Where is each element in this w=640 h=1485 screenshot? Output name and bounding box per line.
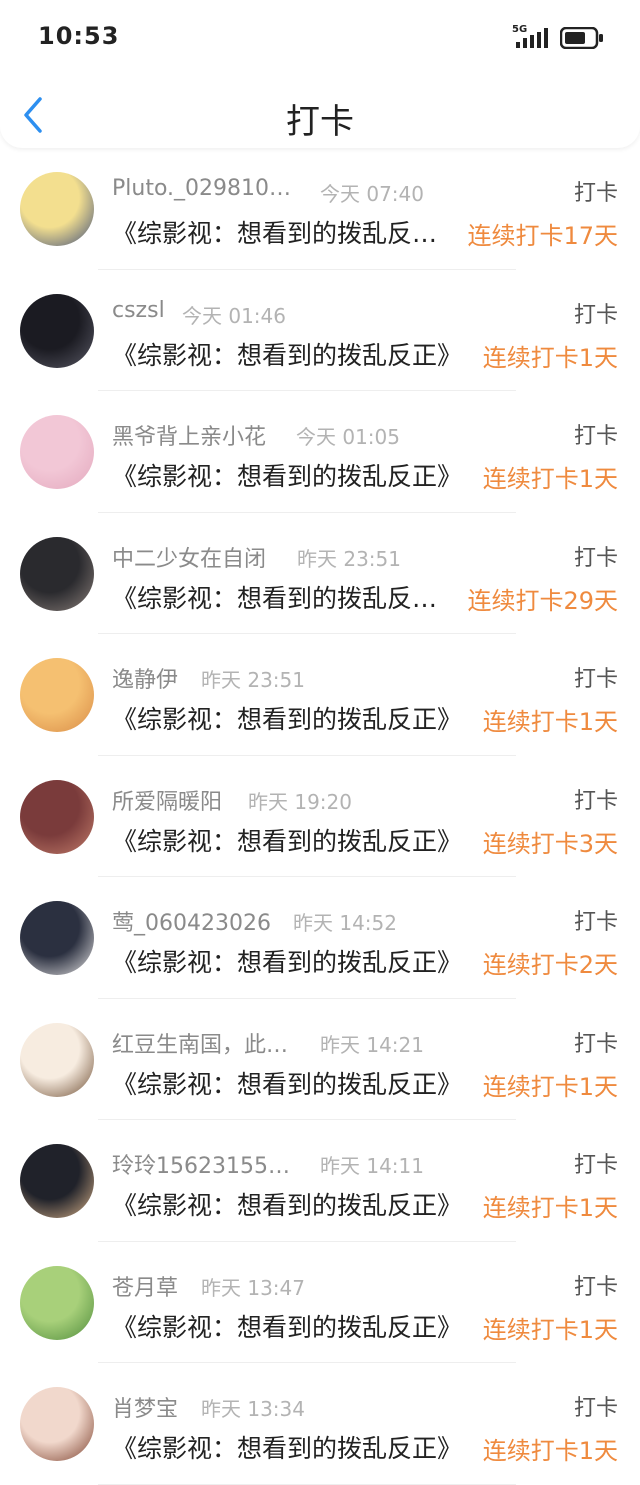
- list-item[interactable]: Pluto._029810… 今天 07:40 打卡《综影视：想看到的拨乱反… 连续打…: [0, 148, 640, 270]
- checkin-tag: 打卡: [573, 302, 618, 328]
- list-item[interactable]: 玲玲15623155… 昨天 14:11 打卡《综影视：想看到的拨乱反正》 连续打卡1…: [0, 1120, 640, 1242]
- checkin-time: 昨天 14:11: [320, 1154, 424, 1178]
- checkin-tag: 打卡: [573, 1031, 618, 1057]
- list-item[interactable]: 黑爷背上亲小花 今天 01:05 打卡《综影视：想看到的拨乱反正》 连续打卡1天: [0, 391, 640, 513]
- avatar[interactable]: [20, 415, 94, 489]
- book-title: 《综影视：想看到的拨乱反正》: [112, 340, 463, 370]
- avatar[interactable]: [20, 293, 94, 368]
- streak-label: 连续打卡1天: [482, 343, 618, 372]
- avatar[interactable]: [20, 1265, 94, 1340]
- streak-label: 连续打卡1天: [482, 1437, 618, 1465]
- user-name: Pluto._029810…: [112, 176, 291, 201]
- signal-icon: [516, 28, 548, 48]
- checkin-time: 昨天 23:51: [201, 668, 305, 692]
- book-title: 《综影视：想看到的拨乱反正》: [112, 1434, 463, 1463]
- book-title: 《综影视：想看到的拨乱反正》: [112, 705, 463, 734]
- streak-label: 连续打卡1天: [482, 1315, 618, 1344]
- avatar[interactable]: [20, 536, 94, 611]
- user-name: 红豆生南国，此…: [112, 1032, 289, 1058]
- status-time: 10:53: [38, 22, 120, 50]
- user-name: 逸静伊: [112, 668, 179, 693]
- user-name: 苍月草: [112, 1275, 179, 1301]
- list-item[interactable]: 苍月草 昨天 13:47 打卡《综影视：想看到的拨乱反正》 连续打卡1天: [0, 1242, 640, 1363]
- checkin-tag: 打卡: [573, 1153, 618, 1178]
- avatar[interactable]: [20, 1144, 94, 1218]
- book-title: 《综影视：想看到的拨乱反正》: [112, 462, 463, 491]
- user-name: cszsl: [112, 297, 165, 323]
- checkin-tag: 打卡: [573, 788, 618, 814]
- checkin-time: 昨天 23:51: [297, 546, 401, 571]
- checkin-tag: 打卡: [573, 910, 618, 935]
- battery-icon: [560, 27, 603, 49]
- page-title: 打卡: [286, 102, 354, 142]
- streak-label: 连续打卡1天: [482, 1194, 618, 1222]
- avatar[interactable]: [20, 658, 94, 732]
- checkin-tag: 打卡: [573, 1274, 618, 1300]
- user-name: 黑爷背上亲小花: [112, 425, 267, 450]
- user-name: 玲玲15623155…: [112, 1154, 290, 1179]
- book-title: 《综影视：想看到的拨乱反…: [112, 583, 438, 613]
- list-item[interactable]: 所爱隔暖阳 昨天 19:20 打卡《综影视：想看到的拨乱反正》 连续打卡3天: [0, 756, 640, 877]
- checkin-time: 昨天 13:34: [201, 1397, 305, 1421]
- streak-label: 连续打卡2天: [482, 951, 618, 979]
- checkin-time: 昨天 14:52: [293, 911, 397, 935]
- checkin-time: 今天 07:40: [320, 182, 424, 206]
- list-item[interactable]: 中二少女在自闭 昨天 23:51 打卡《综影视：想看到的拨乱反… 连续打卡29天: [0, 513, 640, 634]
- checkin-list: Pluto._029810… 今天 07:40 打卡 《综影视：想看到的拨乱反… 连续打…: [0, 148, 640, 1485]
- list-item[interactable]: 肖梦宝 昨天 13:34 打卡《综影视：想看到的拨乱反正》 连续打卡1天: [0, 1363, 640, 1485]
- user-name: 中二少女在自闭: [112, 546, 267, 572]
- checkin-tag: 打卡: [573, 667, 618, 692]
- checkin-time: 今天 01:05: [296, 425, 400, 449]
- checkin-tag: 打卡: [573, 181, 618, 206]
- book-title: 《综影视：想看到的拨乱反正》: [112, 1312, 463, 1342]
- book-title: 《综影视：想看到的拨乱反正》: [112, 1069, 463, 1099]
- checkin-time: 昨天 19:20: [248, 789, 352, 814]
- divider: [98, 1483, 516, 1485]
- checkin-time: 今天 01:46: [182, 303, 286, 328]
- checkin-tag: 打卡: [573, 1396, 618, 1421]
- checkin-time: 昨天 14:21: [320, 1032, 424, 1057]
- list-item[interactable]: 逸静伊 昨天 23:51 打卡《综影视：想看到的拨乱反正》 连续打卡1天: [0, 634, 640, 756]
- list-item[interactable]: cszsl 今天 01:46 打卡《综影视：想看到的拨乱反正》 连续打卡1天: [0, 270, 640, 391]
- checkin-tag: 打卡: [573, 545, 618, 571]
- avatar[interactable]: [20, 1022, 94, 1097]
- streak-label: 连续打卡29天: [467, 586, 618, 615]
- book-title: 《综影视：想看到的拨乱反正》: [112, 948, 463, 977]
- avatar[interactable]: [20, 779, 94, 854]
- streak-label: 连续打卡1天: [482, 1072, 618, 1101]
- user-name: 肖梦宝: [112, 1397, 179, 1422]
- list-item[interactable]: 红豆生南国，此… 昨天 14:21 打卡《综影视：想看到的拨乱反正》 连续打卡1天: [0, 999, 640, 1120]
- book-title: 《综影视：想看到的拨乱反…: [112, 219, 438, 248]
- checkin-tag: 打卡: [573, 424, 618, 449]
- streak-label: 连续打卡17天: [467, 222, 618, 250]
- streak-label: 连续打卡3天: [482, 829, 618, 858]
- avatar[interactable]: [20, 1387, 94, 1461]
- checkin-time: 昨天 13:47: [201, 1275, 305, 1300]
- avatar[interactable]: [20, 901, 94, 975]
- book-title: 《综影视：想看到的拨乱反正》: [112, 826, 463, 856]
- book-title: 《综影视：想看到的拨乱反正》: [112, 1191, 463, 1220]
- avatar[interactable]: [20, 172, 94, 246]
- streak-label: 连续打卡1天: [482, 708, 618, 736]
- list-item[interactable]: 莺_060423026 昨天 14:52 打卡《综影视：想看到的拨乱反正》 连续打卡2…: [0, 877, 640, 999]
- user-name: 所爱隔暖阳: [112, 789, 223, 815]
- streak-label: 连续打卡1天: [482, 465, 618, 493]
- user-name: 莺_060423026: [112, 911, 271, 936]
- app-header: 10:53 5G 打卡: [0, 0, 640, 148]
